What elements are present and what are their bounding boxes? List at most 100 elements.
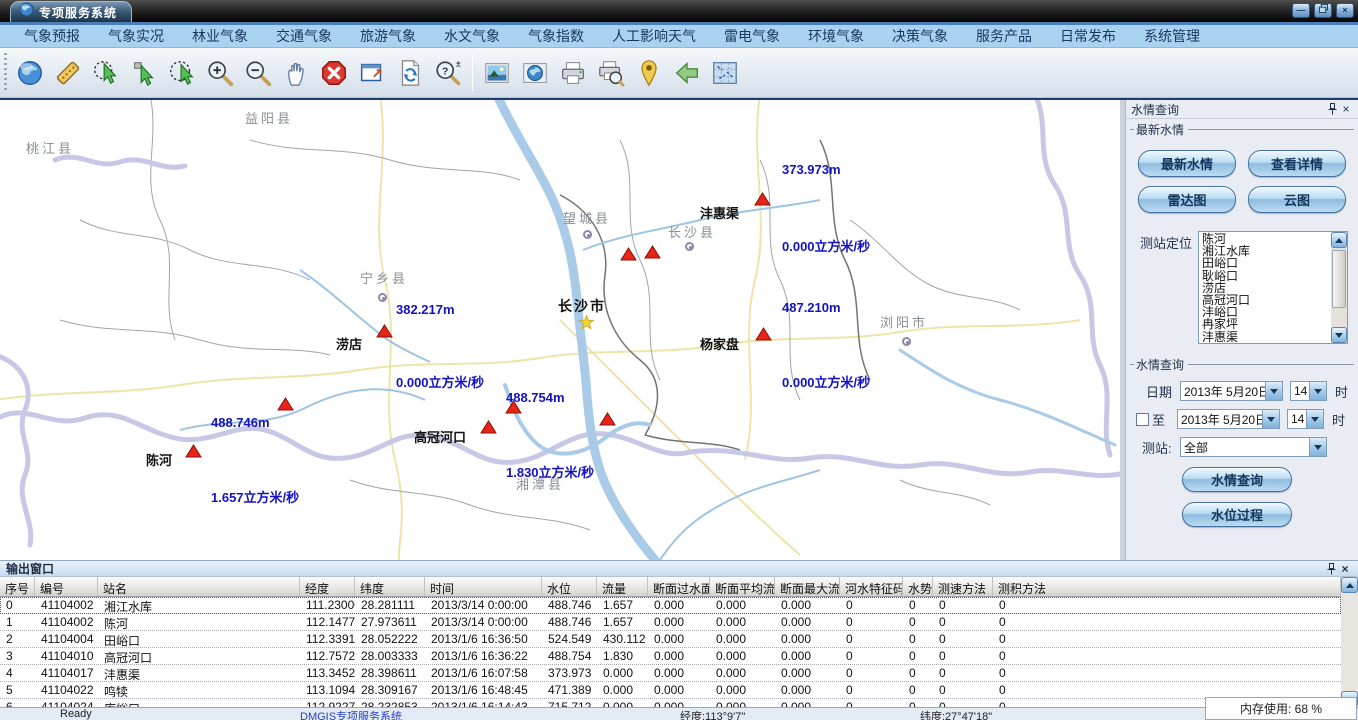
- station-list-item[interactable]: 沣惠渠: [1202, 331, 1347, 343]
- menu-item-7[interactable]: 人工影响天气: [602, 26, 706, 46]
- column-header[interactable]: 断面平均流: [710, 577, 775, 596]
- menu-item-5[interactable]: 水文气象: [434, 26, 510, 46]
- chevron-down-icon[interactable]: [1309, 438, 1326, 456]
- station-listbox[interactable]: 陈河湘江水库田峪口耿峪口涝店高冠河口沣峪口冉家坪沣惠渠: [1198, 231, 1348, 344]
- station-triangle-marker[interactable]: [620, 247, 637, 266]
- column-header[interactable]: 测速方法: [933, 577, 993, 596]
- chevron-down-icon[interactable]: [1262, 410, 1279, 428]
- column-header[interactable]: 编号: [35, 577, 98, 596]
- hour-picker-end[interactable]: 14: [1287, 409, 1324, 429]
- globe-icon[interactable]: [11, 54, 49, 92]
- station-list-item[interactable]: 田峪口: [1202, 257, 1347, 269]
- station-triangle-marker[interactable]: [185, 444, 202, 463]
- pin-icon[interactable]: [1325, 102, 1339, 116]
- menu-item-9[interactable]: 环境气象: [798, 26, 874, 46]
- water-query-button[interactable]: 水情查询: [1182, 467, 1292, 492]
- latest-water-button-2[interactable]: 雷达图: [1138, 186, 1236, 213]
- table-row[interactable]: 141104002陈河112.14777827.9736112013/3/14 …: [0, 614, 1341, 631]
- to-checkbox[interactable]: [1136, 413, 1149, 426]
- zoom-in-icon[interactable]: [201, 54, 239, 92]
- menu-item-12[interactable]: 日常发布: [1050, 26, 1126, 46]
- table-row[interactable]: 641104024库峪口112.92277828.2328532013/1/6 …: [0, 699, 1341, 707]
- column-header[interactable]: 水势: [903, 577, 933, 596]
- station-triangle-marker[interactable]: [505, 400, 522, 419]
- column-header[interactable]: 测积方法: [993, 577, 1341, 596]
- location-pin-icon[interactable]: [630, 54, 668, 92]
- column-header[interactable]: 断面最大流: [775, 577, 840, 596]
- back-arrow-icon[interactable]: [668, 54, 706, 92]
- map-grid-icon[interactable]: [706, 54, 744, 92]
- select-arrow-icon[interactable]: [125, 54, 163, 92]
- date-picker-end[interactable]: 2013年 5月20日: [1177, 409, 1280, 429]
- minimize-button[interactable]: —: [1292, 3, 1310, 18]
- scroll-thumb[interactable]: [1332, 250, 1346, 308]
- menu-item-8[interactable]: 雷电气象: [714, 26, 790, 46]
- world-image-icon[interactable]: [516, 54, 554, 92]
- scroll-up-button[interactable]: [1341, 577, 1358, 593]
- measure-ruler-icon[interactable]: [49, 54, 87, 92]
- column-header[interactable]: 序号: [0, 577, 35, 596]
- output-table[interactable]: 序号编号站名经度纬度时间水位流量断面过水面断面平均流断面最大流河水特征码水势测速…: [0, 577, 1341, 707]
- column-header[interactable]: 站名: [98, 577, 300, 596]
- restore-button[interactable]: [1314, 3, 1332, 18]
- latest-water-button-0[interactable]: 最新水情: [1138, 150, 1236, 177]
- menu-item-11[interactable]: 服务产品: [966, 26, 1042, 46]
- identify-icon[interactable]: ?±: [429, 54, 467, 92]
- map-canvas[interactable]: 益阳县桃江县宁乡县望城县长沙县浏阳市湘潭县长沙市涝店陈河高冠河口沣惠渠杨家盘38…: [0, 100, 1120, 560]
- print-preview-icon[interactable]: [592, 54, 630, 92]
- panel-close-icon[interactable]: ×: [1339, 102, 1353, 116]
- menu-item-1[interactable]: 气象实况: [98, 26, 174, 46]
- station-list-item[interactable]: 冉家坪: [1202, 318, 1347, 330]
- column-header[interactable]: 河水特征码: [840, 577, 903, 596]
- menu-item-6[interactable]: 气象指数: [518, 26, 594, 46]
- chevron-down-icon[interactable]: [1306, 410, 1323, 428]
- close-button[interactable]: ×: [1336, 3, 1354, 18]
- column-header[interactable]: 断面过水面: [648, 577, 710, 596]
- column-header[interactable]: 纬度: [355, 577, 425, 596]
- select-features-icon[interactable]: [87, 54, 125, 92]
- output-close-icon[interactable]: ×: [1338, 562, 1352, 576]
- table-row[interactable]: 441104017沣惠渠113.34527828.3986112013/1/6 …: [0, 665, 1341, 682]
- station-triangle-marker[interactable]: [480, 420, 497, 439]
- listbox-scrollbar[interactable]: [1331, 232, 1347, 343]
- station-list-item[interactable]: 耿峪口: [1202, 270, 1347, 282]
- app-tab[interactable]: 专项服务系统: [10, 1, 132, 22]
- column-header[interactable]: 经度: [300, 577, 355, 596]
- full-extent-icon[interactable]: [353, 54, 391, 92]
- menu-item-0[interactable]: 气象预报: [14, 26, 90, 46]
- table-row[interactable]: 041104002湘江水库111.23000028.2811112013/3/1…: [0, 597, 1341, 614]
- latest-water-button-3[interactable]: 云图: [1248, 186, 1346, 213]
- station-select[interactable]: 全部: [1180, 437, 1327, 457]
- column-header[interactable]: 水位: [542, 577, 597, 596]
- menu-item-10[interactable]: 决策气象: [882, 26, 958, 46]
- column-header[interactable]: 流量: [597, 577, 648, 596]
- station-triangle-marker[interactable]: [755, 327, 772, 346]
- column-header[interactable]: 时间: [425, 577, 542, 596]
- toolbar-grip[interactable]: [4, 53, 7, 93]
- menu-item-3[interactable]: 交通气象: [266, 26, 342, 46]
- hour-picker[interactable]: 14: [1290, 381, 1327, 401]
- pin-icon[interactable]: [1324, 562, 1338, 576]
- water-stage-button[interactable]: 水位过程: [1182, 502, 1292, 527]
- menu-item-2[interactable]: 林业气象: [182, 26, 258, 46]
- station-triangle-marker[interactable]: [599, 412, 616, 431]
- refresh-icon[interactable]: [391, 54, 429, 92]
- table-row[interactable]: 341104010高冠河口112.75722228.0033332013/1/6…: [0, 648, 1341, 665]
- chevron-down-icon[interactable]: [1309, 382, 1326, 400]
- menu-item-4[interactable]: 旅游气象: [350, 26, 426, 46]
- select-lasso-icon[interactable]: [163, 54, 201, 92]
- image-export-icon[interactable]: [478, 54, 516, 92]
- station-triangle-marker[interactable]: [376, 324, 393, 343]
- stop-icon[interactable]: [315, 54, 353, 92]
- scroll-up-button[interactable]: [1331, 232, 1347, 248]
- station-triangle-marker[interactable]: [277, 397, 294, 416]
- pan-hand-icon[interactable]: [277, 54, 315, 92]
- table-row[interactable]: 541104022鸣犊113.10944428.3091672013/1/6 1…: [0, 682, 1341, 699]
- chevron-down-icon[interactable]: [1265, 382, 1282, 400]
- table-row[interactable]: 241104004田峪口112.33916728.0522222013/1/6 …: [0, 631, 1341, 648]
- table-scrollbar[interactable]: [1341, 577, 1358, 707]
- menu-item-13[interactable]: 系统管理: [1134, 26, 1210, 46]
- scroll-down-button[interactable]: [1331, 327, 1347, 343]
- print-icon[interactable]: [554, 54, 592, 92]
- date-picker[interactable]: 2013年 5月20日: [1180, 381, 1283, 401]
